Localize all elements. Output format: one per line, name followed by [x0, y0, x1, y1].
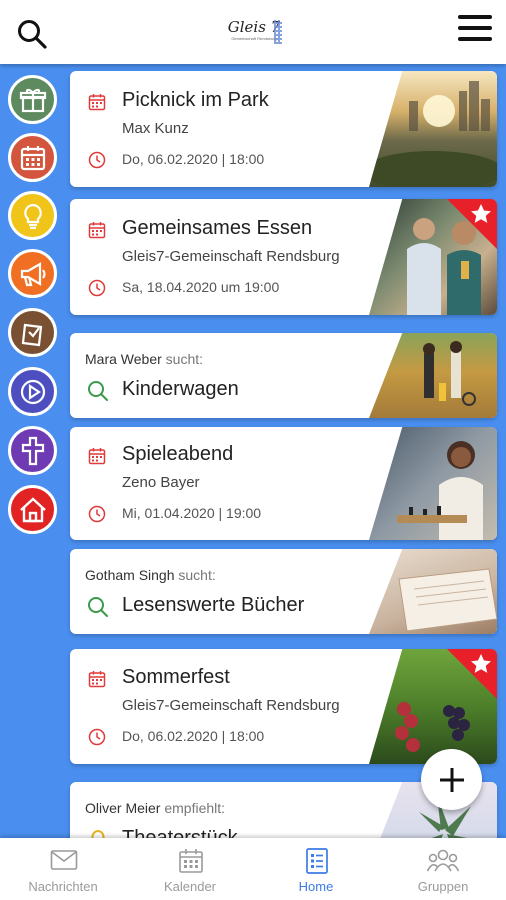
event-image: [369, 71, 497, 187]
search-request-card[interactable]: Mara Weber sucht: Kinderwagen: [70, 333, 497, 418]
recommender-line: Oliver Meier empfiehlt:: [85, 800, 226, 816]
bottom-navigation: Nachrichten Kalender Home Gruppen: [0, 838, 506, 900]
event-title: Spieleabend: [122, 443, 234, 465]
calendar-icon: [179, 849, 203, 873]
featured-star-badge: [447, 649, 497, 699]
calendar-icon[interactable]: [8, 133, 57, 182]
event-organizer: Gleis7-Gemeinschaft Rendsburg: [122, 248, 340, 265]
play-icon[interactable]: [8, 367, 57, 416]
top-app-bar: Gleis 7 Gemeinschaft Rendsburg: [0, 0, 506, 64]
event-date: Do, 06.02.2020 | 18:00: [122, 151, 265, 167]
event-organizer: Zeno Bayer: [122, 474, 200, 491]
clock-icon: [88, 151, 106, 169]
event-card[interactable]: Spieleabend Zeno Bayer Mi, 01.04.2020 | …: [70, 427, 497, 540]
search-icon: [88, 381, 108, 401]
request-image: [369, 333, 497, 418]
group-icon: [427, 849, 459, 872]
requested-item: Kinderwagen: [122, 378, 239, 400]
requester-line: Mara Weber sucht:: [85, 351, 204, 367]
event-title: Picknick im Park: [122, 89, 269, 111]
request-image: [369, 549, 497, 634]
requested-item: Lesenswerte Bücher: [122, 594, 305, 616]
event-organizer: Max Kunz: [122, 120, 189, 137]
calendar-icon: [88, 94, 106, 111]
search-request-card[interactable]: Gotham Singh sucht: Lesenswerte Bücher: [70, 549, 497, 634]
requester-line: Gotham Singh sucht:: [85, 567, 216, 583]
home-icon[interactable]: [8, 485, 57, 534]
lightbulb-icon[interactable]: [8, 191, 57, 240]
app-logo[interactable]: Gleis 7 Gemeinschaft Rendsburg: [222, 14, 286, 54]
clock-icon: [88, 505, 106, 523]
tab-calendar[interactable]: Kalender: [127, 838, 253, 900]
tab-home[interactable]: Home: [253, 838, 379, 900]
tab-groups[interactable]: Gruppen: [380, 838, 506, 900]
cross-icon[interactable]: [8, 426, 57, 475]
featured-star-badge: [447, 199, 497, 249]
gift-icon[interactable]: [8, 75, 57, 124]
event-card[interactable]: Sommerfest Gleis7-Gemeinschaft Rendsburg…: [70, 649, 497, 764]
event-image: [369, 427, 497, 540]
clock-icon: [88, 728, 106, 746]
event-card[interactable]: Gemeinsames Essen Gleis7-Gemeinschaft Re…: [70, 199, 497, 315]
hamburger-menu-icon[interactable]: [458, 15, 492, 45]
event-organizer: Gleis7-Gemeinschaft Rendsburg: [122, 697, 340, 714]
calendar-icon: [88, 671, 106, 688]
note-icon[interactable]: [8, 308, 57, 357]
add-button[interactable]: [421, 749, 482, 810]
plus-icon: [439, 767, 464, 792]
envelope-icon: [50, 850, 78, 870]
tab-messages[interactable]: Nachrichten: [0, 838, 126, 900]
calendar-icon: [88, 222, 106, 239]
event-title: Gemeinsames Essen: [122, 217, 313, 239]
event-title: Sommerfest: [122, 666, 230, 688]
calendar-icon: [88, 448, 106, 465]
search-icon[interactable]: [16, 18, 48, 50]
event-date: Do, 06.02.2020 | 18:00: [122, 728, 265, 744]
megaphone-icon[interactable]: [8, 249, 57, 298]
event-date: Mi, 01.04.2020 | 19:00: [122, 505, 262, 521]
search-icon: [88, 597, 108, 617]
event-date: Sa, 18.04.2020 um 19:00: [122, 279, 280, 295]
event-card[interactable]: Picknick im Park Max Kunz Do, 06.02.2020…: [70, 71, 497, 187]
clock-icon: [88, 279, 106, 297]
list-icon: [306, 848, 328, 874]
